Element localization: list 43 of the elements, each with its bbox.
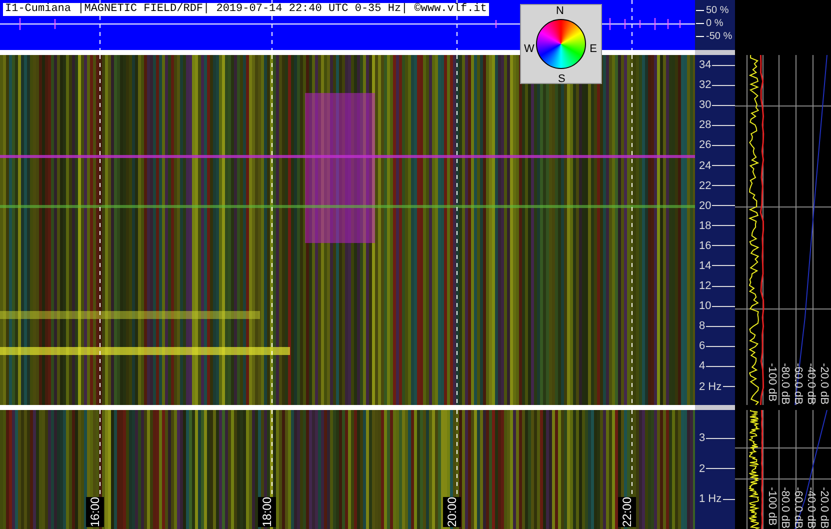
chart-title: I1-Cumiana |MAGNETIC FIELD/RDF| 2019-07-14 22:40 UTC 0-35 Hz| ©www.vlf.it (3, 3, 489, 16)
frequency-label: 3 (699, 432, 706, 444)
db-scale-label: -80.0 dB (779, 487, 790, 529)
db-scale-label: -40.0 dB (805, 363, 816, 405)
compass-direction-label: E (590, 43, 597, 55)
frequency-label: 20 (699, 200, 712, 212)
frequency-label: 1 Hz (699, 493, 722, 506)
db-scale-label: -100 dB (766, 487, 777, 528)
db-scale-label: -60.0 dB (792, 487, 803, 529)
amplitude-label: 50 % (706, 4, 729, 18)
color-wheel-icon (536, 19, 586, 69)
db-scale-label: -80.0 dB (779, 363, 790, 405)
frequency-label: 8 (699, 320, 706, 332)
compass-direction-label: W (524, 43, 534, 55)
frequency-label: 34 (699, 59, 712, 72)
db-scale-label: -60.0 dB (792, 363, 803, 405)
frequency-label: 28 (699, 119, 712, 132)
frequency-label: 14 (699, 260, 712, 272)
frequency-label: 4 (699, 360, 706, 372)
compass-direction-label: N (556, 5, 564, 17)
time-label: 16:00 (86, 496, 104, 527)
frequency-label: 30 (699, 99, 712, 112)
frequency-label: 12 (699, 280, 712, 292)
db-scale-label: -20.0 dB (818, 487, 829, 529)
db-scale-label: -100 dB (766, 363, 777, 404)
time-label: 18:00 (258, 496, 276, 527)
amplitude-label: 0 % (706, 17, 724, 31)
db-scale-label: -40.0 dB (805, 487, 816, 529)
compass-direction-label: S (558, 73, 566, 85)
frequency-label: 32 (699, 79, 712, 92)
frequency-label: 2 (699, 462, 706, 475)
frequency-label: 18 (699, 220, 712, 232)
frequency-label: 6 (699, 340, 706, 352)
time-label: 22:00 (618, 496, 636, 527)
frequency-label: 24 (699, 160, 712, 172)
frequency-label: 2 Hz (699, 380, 722, 393)
frequency-label: 16 (699, 240, 712, 252)
frequency-label: 22 (699, 180, 712, 192)
amplitude-label: -50 % (706, 30, 732, 44)
frequency-label: 26 (699, 139, 712, 152)
time-label: 20:00 (443, 496, 461, 527)
db-scale-label: -20.0 dB (818, 363, 829, 405)
frequency-label: 10 (699, 300, 712, 312)
